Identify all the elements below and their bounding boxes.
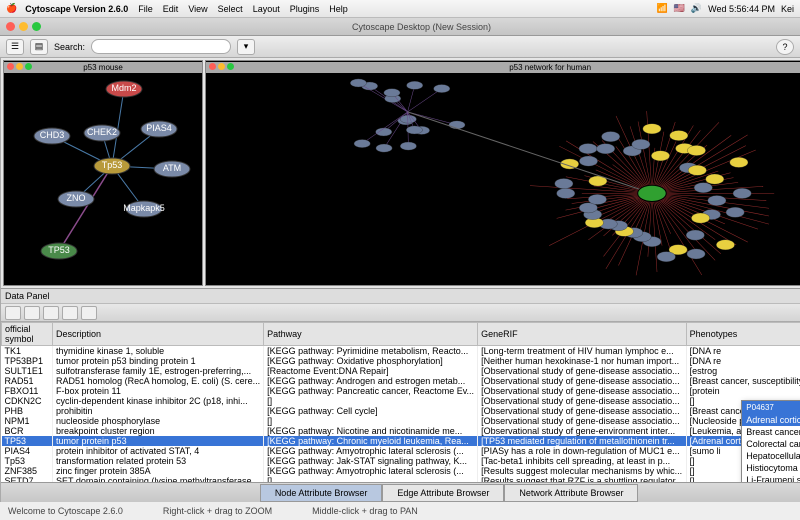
main-toolbar: ☰ ▤ Search: ▾ ? bbox=[0, 36, 800, 58]
toolbar-button[interactable]: ▤ bbox=[30, 39, 48, 55]
column-header[interactable]: Description bbox=[53, 323, 264, 346]
traffic-lights bbox=[6, 22, 41, 31]
table-row[interactable]: SULT1E1sulfotransferase family 1E, estro… bbox=[2, 366, 800, 376]
close-icon[interactable] bbox=[6, 22, 15, 31]
wifi-icon[interactable]: 📶 bbox=[656, 3, 667, 14]
zoom-icon[interactable] bbox=[32, 22, 41, 31]
tab-edge-attributes[interactable]: Edge Attribute Browser bbox=[382, 484, 504, 502]
column-header[interactable]: GeneRIF bbox=[478, 323, 687, 346]
table-row[interactable]: PIAS4protein inhibitor of activated STAT… bbox=[2, 446, 800, 456]
search-label: Search: bbox=[54, 42, 85, 52]
app-name: Cytoscape Version 2.6.0 bbox=[25, 4, 128, 14]
mac-menubar: 🍎 Cytoscape Version 2.6.0 File Edit View Se… bbox=[0, 0, 800, 18]
svg-text:CHEK2: CHEK2 bbox=[87, 127, 117, 137]
table-row[interactable]: Tp53transformation related protein 53[KE… bbox=[2, 456, 800, 466]
toolbar-button[interactable] bbox=[43, 306, 59, 320]
data-panel-tabs: Node Attribute Browser Edge Attribute Br… bbox=[1, 482, 800, 502]
svg-text:TP53: TP53 bbox=[48, 245, 70, 255]
popup-header: P04637 bbox=[742, 401, 800, 414]
menu-help[interactable]: Help bbox=[329, 4, 348, 14]
menu-edit[interactable]: Edit bbox=[163, 4, 179, 14]
canvas-p53-mouse[interactable]: p53 mouse Mdm2CHD3CHEK2PIAS4Tp53ATMZNOMa… bbox=[3, 60, 203, 286]
phenotype-popup: P04637 Adrenal cortical carcinoma▸Breast… bbox=[741, 400, 800, 482]
apple-icon[interactable]: 🍎 bbox=[6, 3, 17, 14]
volume-icon[interactable]: 🔊 bbox=[691, 3, 702, 14]
toolbar-button[interactable]: ☰ bbox=[6, 39, 24, 55]
data-panel-toolbar bbox=[1, 304, 800, 322]
status-pan-hint: Middle-click + drag to PAN bbox=[312, 506, 418, 516]
popup-item[interactable]: Colorectal cancer▸ bbox=[742, 438, 800, 450]
window-title: Cytoscape Desktop (New Session) bbox=[49, 22, 794, 32]
menu-layout[interactable]: Layout bbox=[253, 4, 280, 14]
column-header[interactable]: Phenotypes bbox=[686, 323, 800, 346]
svg-text:Mdm2: Mdm2 bbox=[111, 83, 136, 93]
svg-text:PIAS4: PIAS4 bbox=[146, 123, 172, 133]
table-row[interactable]: TK1thymidine kinase 1, soluble[KEGG path… bbox=[2, 346, 800, 357]
data-table-scroll[interactable]: official symbolDescriptionPathwayGeneRIF… bbox=[1, 322, 800, 482]
menu-file[interactable]: File bbox=[138, 4, 153, 14]
search-options-button[interactable]: ▾ bbox=[237, 39, 255, 55]
minimize-icon[interactable] bbox=[19, 22, 28, 31]
svg-text:ZNO: ZNO bbox=[67, 193, 86, 203]
canvas-p53-human[interactable]: p53 network for human bbox=[205, 60, 800, 286]
popup-item[interactable]: Li-Fraumeni syndrome▸ bbox=[742, 474, 800, 482]
help-icon[interactable]: ? bbox=[776, 39, 794, 55]
clock[interactable]: Wed 5:56:44 PM bbox=[708, 4, 775, 14]
table-row[interactable]: RAD51RAD51 homolog (RecA homolog, E. col… bbox=[2, 376, 800, 386]
toolbar-button[interactable] bbox=[24, 306, 40, 320]
table-row[interactable]: SETD7SET domain containing (lysine methy… bbox=[2, 476, 800, 482]
popup-item[interactable]: Breast cancer▸ bbox=[742, 426, 800, 438]
status-zoom-hint: Right-click + drag to ZOOM bbox=[163, 506, 272, 516]
data-panel: Data Panel official symbolDescriptionPat… bbox=[1, 288, 800, 502]
table-row[interactable]: CDKN2Ccyclin-dependent kinase inhibitor … bbox=[2, 396, 800, 406]
menu-plugins[interactable]: Plugins bbox=[290, 4, 320, 14]
svg-text:CHD3: CHD3 bbox=[40, 130, 65, 140]
table-row[interactable]: TP53tumor protein p53[KEGG pathway: Chro… bbox=[2, 436, 800, 446]
menubar-status: 📶 🇺🇸 🔊 Wed 5:56:44 PM Kei bbox=[656, 3, 794, 14]
data-panel-title: Data Panel bbox=[1, 289, 800, 304]
table-row[interactable]: FBXO11F-box protein 11[KEGG pathway: Pan… bbox=[2, 386, 800, 396]
svg-text:ATM: ATM bbox=[163, 163, 181, 173]
popup-item[interactable]: Hepatocellular carcinoma▸ bbox=[742, 450, 800, 462]
window-titlebar: Cytoscape Desktop (New Session) bbox=[0, 18, 800, 36]
flag-icon[interactable]: 🇺🇸 bbox=[674, 3, 685, 14]
status-welcome: Welcome to Cytoscape 2.6.0 bbox=[8, 506, 123, 516]
menu-select[interactable]: Select bbox=[218, 4, 243, 14]
svg-text:Tp53: Tp53 bbox=[102, 160, 123, 170]
menu-view[interactable]: View bbox=[188, 4, 207, 14]
table-row[interactable]: NPM1nucleoside phosphorylase[][Observati… bbox=[2, 416, 800, 426]
column-header[interactable]: Pathway bbox=[264, 323, 478, 346]
user-name[interactable]: Kei bbox=[781, 4, 794, 14]
popup-item[interactable]: Histiocytoma▸ bbox=[742, 462, 800, 474]
table-row[interactable]: ZNF385zinc finger protein 385A[KEGG path… bbox=[2, 466, 800, 476]
toolbar-button[interactable] bbox=[5, 306, 21, 320]
network-canvases: p53 mouse Mdm2CHD3CHEK2PIAS4Tp53ATMZNOMa… bbox=[1, 58, 800, 288]
svg-text:Mapkapk5: Mapkapk5 bbox=[123, 203, 165, 213]
table-row[interactable]: TP53BP1tumor protein p53 binding protein… bbox=[2, 356, 800, 366]
toolbar-button[interactable] bbox=[81, 306, 97, 320]
tab-network-attributes[interactable]: Network Attribute Browser bbox=[504, 484, 638, 502]
toolbar-button[interactable] bbox=[62, 306, 78, 320]
search-input[interactable] bbox=[91, 39, 231, 54]
data-table: official symbolDescriptionPathwayGeneRIF… bbox=[1, 322, 800, 482]
popup-item[interactable]: Adrenal cortical carcinoma▸ bbox=[742, 414, 800, 426]
column-header[interactable]: official symbol bbox=[2, 323, 53, 346]
table-row[interactable]: PHBprohibitin[KEGG pathway: Cell cycle][… bbox=[2, 406, 800, 416]
table-row[interactable]: BCRbreakpoint cluster region[KEGG pathwa… bbox=[2, 426, 800, 436]
tab-node-attributes[interactable]: Node Attribute Browser bbox=[260, 484, 383, 502]
status-bar: Welcome to Cytoscape 2.6.0 Right-click +… bbox=[0, 502, 800, 520]
